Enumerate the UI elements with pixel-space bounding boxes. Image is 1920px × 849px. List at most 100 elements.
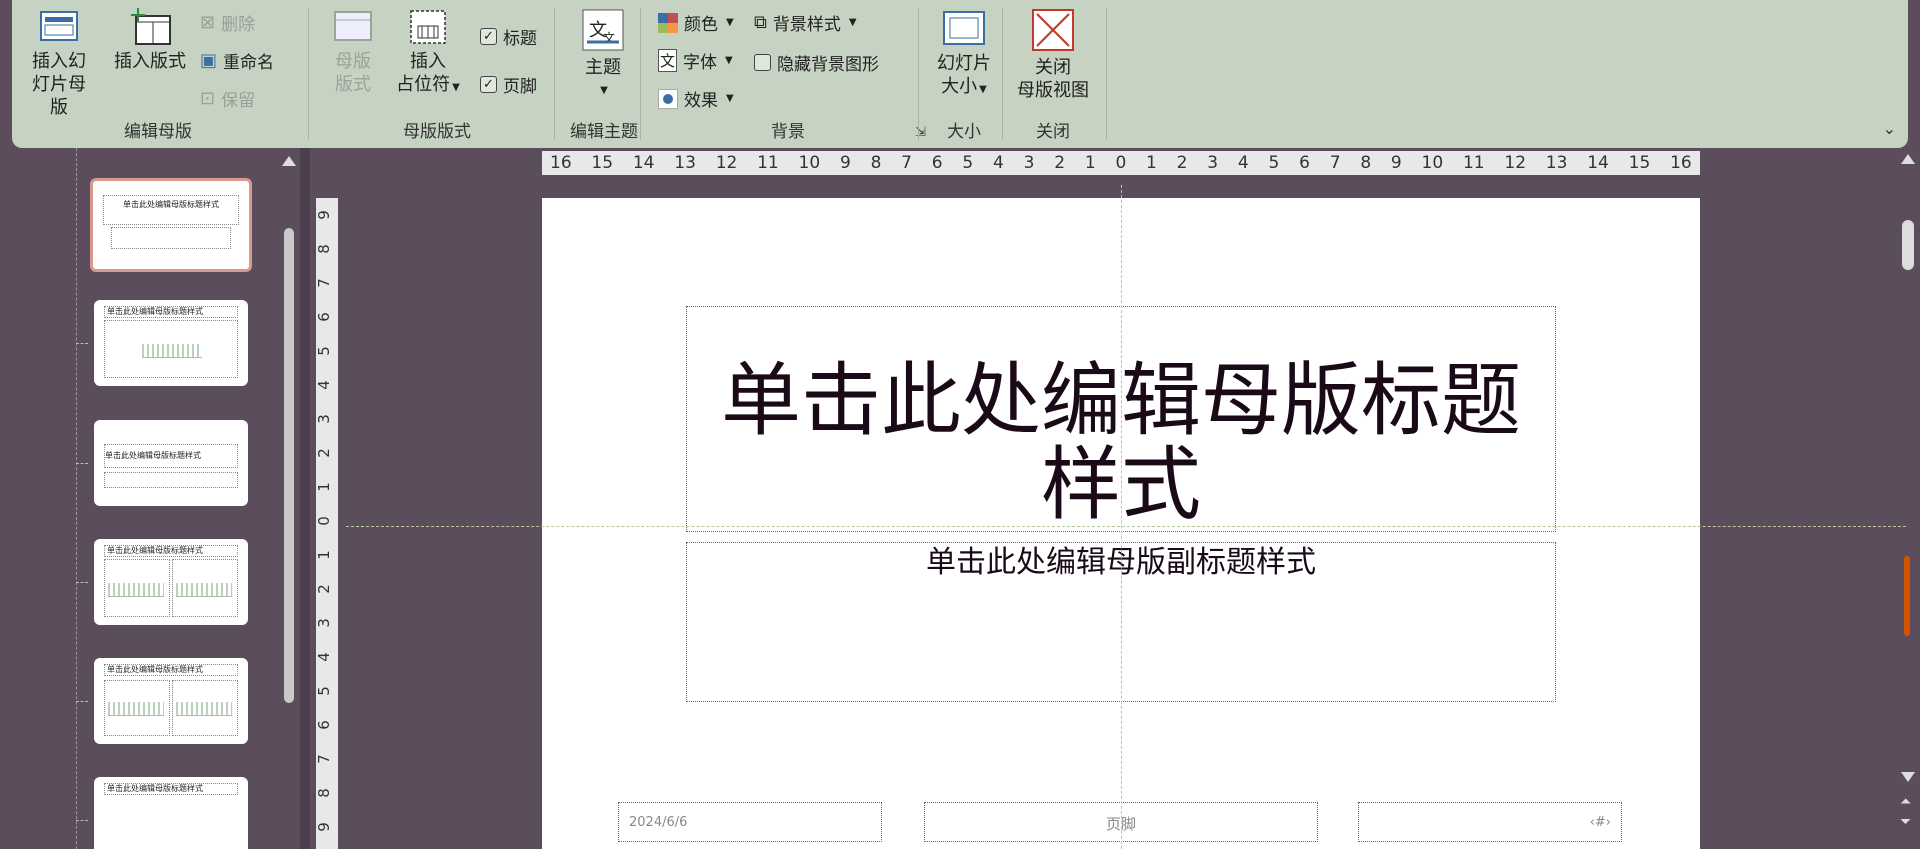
- insert-placeholder-label-2: 占位符: [396, 74, 451, 95]
- close-icon: [1032, 9, 1074, 51]
- hide-background-graphics-box[interactable]: [754, 54, 771, 71]
- ruler-tick: 5: [962, 153, 974, 173]
- ruler-tick: 4: [993, 153, 1004, 173]
- scroll-up-arrow[interactable]: [1901, 154, 1915, 164]
- thumbnail-title: 单击此处编辑母版标题样式: [104, 306, 238, 318]
- ruler-tick: 0: [1115, 153, 1127, 173]
- insert-placeholder-button[interactable]: 插入 占位符 ▼: [390, 8, 466, 99]
- insert-layout-label: 插入版式: [114, 51, 186, 72]
- date-placeholder[interactable]: 2024/6/6: [618, 802, 882, 842]
- thumbnail-layout[interactable]: 单击此处编辑母版标题样式: [94, 420, 248, 506]
- fonts-button[interactable]: 文 字体 ▼: [658, 48, 733, 73]
- tree-connector: [76, 701, 88, 702]
- close-master-view-label-2: 母版视图: [1017, 80, 1089, 101]
- themes-icon: 文 文: [582, 9, 624, 51]
- ruler-tick: 4: [314, 652, 333, 662]
- scroll-up-arrow[interactable]: [282, 156, 296, 166]
- footer-checkbox-box[interactable]: ✓: [480, 76, 497, 93]
- panel-splitter[interactable]: [300, 148, 310, 849]
- title-checkbox-box[interactable]: ✓: [480, 28, 497, 45]
- chevron-down-icon: ▼: [726, 93, 734, 104]
- thumbnail-title: 单击此处编辑母版标题样式: [103, 195, 239, 225]
- close-master-view-label-1: 关闭: [1035, 57, 1071, 78]
- group-label-close: 关闭: [1036, 122, 1070, 142]
- ruler-tick: 11: [757, 153, 779, 173]
- thumbnail-title: 单击此处编辑母版标题样式: [104, 545, 238, 557]
- tree-connector: [76, 343, 88, 344]
- thumbnail-scrollbar[interactable]: [284, 228, 294, 703]
- scroll-down-arrow[interactable]: [1901, 772, 1915, 782]
- thumbnail-content-box: [104, 472, 238, 488]
- slide-size-icon: [943, 11, 985, 45]
- themes-button[interactable]: 文 文 主题 ▼: [570, 8, 636, 102]
- insert-layout-button[interactable]: 插入版式: [112, 8, 188, 73]
- insert-slide-master-button[interactable]: 插入幻 灯片母版: [26, 8, 92, 119]
- thumbnail-subtitle-box: [111, 227, 231, 249]
- ruler-tick: 7: [314, 754, 333, 764]
- fonts-label: 字体: [683, 53, 718, 73]
- title-checkbox-label: 标题: [503, 29, 537, 49]
- thumbnail-master[interactable]: 单击此处编辑母版标题样式: [90, 178, 252, 272]
- group-close: 关闭 母版视图 关闭: [1006, 0, 1100, 148]
- group-label-edit-theme: 编辑主题: [570, 122, 638, 142]
- chevron-down-icon: ▼: [452, 82, 460, 93]
- slide-size-label-2: 大小: [941, 76, 978, 97]
- thumbnail-layout[interactable]: 单击此处编辑母版标题样式: [94, 777, 248, 849]
- ruler-tick: 9: [314, 822, 333, 832]
- ribbon: 插入幻 灯片母版 插入版式 ⊠ 删除 ▣ 重命名 ⊡ 保留 编辑母版 母版 版式…: [12, 0, 1908, 148]
- effects-button[interactable]: 效果 ▼: [658, 86, 734, 111]
- hide-background-graphics-label: 隐藏背景图形: [777, 55, 879, 75]
- thumbnail-chart: [142, 344, 202, 358]
- background-styles-button[interactable]: ⧉ 背景样式 ▼: [754, 10, 857, 35]
- ruler-tick: 2: [1176, 153, 1188, 173]
- thumbnail-layout[interactable]: 单击此处编辑母版标题样式: [94, 300, 248, 386]
- background-styles-label: 背景样式: [772, 15, 841, 35]
- hide-background-graphics-checkbox[interactable]: 隐藏背景图形: [754, 50, 879, 75]
- fonts-icon: 文: [658, 49, 678, 72]
- previous-slide-icon[interactable]: ⏶: [1900, 795, 1911, 809]
- ruler-tick: 2: [314, 584, 333, 594]
- themes-label: 主题: [585, 57, 621, 78]
- thumbnail-layout[interactable]: 单击此处编辑母版标题样式: [94, 658, 248, 744]
- slide-size-button[interactable]: 幻灯片 大小 ▼: [926, 8, 1002, 101]
- page-number-text: ‹#›: [1589, 815, 1611, 830]
- delete-button[interactable]: ⊠ 删除: [200, 10, 255, 35]
- ruler-tick: 14: [1587, 153, 1609, 173]
- group-size: 幻灯片 大小 ▼ 大小: [922, 0, 1006, 148]
- ruler-tick: 3: [314, 618, 333, 628]
- horizontal-guide[interactable]: [346, 526, 1906, 527]
- ruler-tick: 13: [674, 153, 696, 173]
- title-checkbox[interactable]: ✓ 标题: [480, 24, 537, 49]
- insert-slide-master-icon: [40, 11, 78, 41]
- page-number-placeholder[interactable]: ‹#›: [1358, 802, 1622, 842]
- ruler-tick: 12: [715, 153, 738, 173]
- colors-icon: [658, 12, 678, 33]
- master-layout-label-2: 版式: [335, 74, 371, 95]
- scrollbar-thumb[interactable]: [1902, 220, 1914, 270]
- rename-button[interactable]: ▣ 重命名: [200, 48, 274, 73]
- rename-label: 重命名: [223, 53, 275, 73]
- thumbnail-title: 单击此处编辑母版标题样式: [104, 444, 238, 468]
- preserve-button[interactable]: ⊡ 保留: [200, 86, 255, 111]
- ruler-tick: 6: [314, 312, 333, 322]
- colors-button[interactable]: 颜色 ▼: [658, 10, 734, 35]
- close-master-view-button[interactable]: 关闭 母版视图: [1010, 8, 1096, 102]
- footer-checkbox[interactable]: ✓ 页脚: [480, 72, 537, 97]
- thumbnail-layout[interactable]: 单击此处编辑母版标题样式: [94, 539, 248, 625]
- ruler-tick: 15: [1628, 153, 1651, 173]
- ruler-tick: 8: [1360, 153, 1372, 173]
- master-layout-button[interactable]: 母版 版式: [328, 8, 378, 96]
- next-slide-icon[interactable]: ⏷: [1900, 815, 1911, 829]
- group-background: 颜色 ▼ 文 字体 ▼ 效果 ▼ ⧉ 背景样式 ▼ 隐藏背景图形 背景 ⇲: [644, 0, 932, 148]
- ruler-tick: 6: [314, 720, 333, 730]
- background-styles-icon: ⧉: [754, 12, 767, 33]
- chevron-down-icon: ▼: [726, 17, 734, 28]
- editor-scrollbar[interactable]: ⏶ ⏷: [1896, 148, 1920, 849]
- collapse-ribbon-icon[interactable]: ⌄: [1883, 119, 1896, 138]
- group-label-background: 背景: [771, 122, 805, 142]
- insert-placeholder-label-2-wrap: 占位符 ▼: [390, 73, 466, 99]
- insert-placeholder-icon: [410, 10, 446, 44]
- ruler-tick: 3: [314, 414, 333, 424]
- vertical-guide[interactable]: [1121, 185, 1122, 849]
- slide-size-label-2-wrap: 大小 ▼: [926, 75, 1002, 101]
